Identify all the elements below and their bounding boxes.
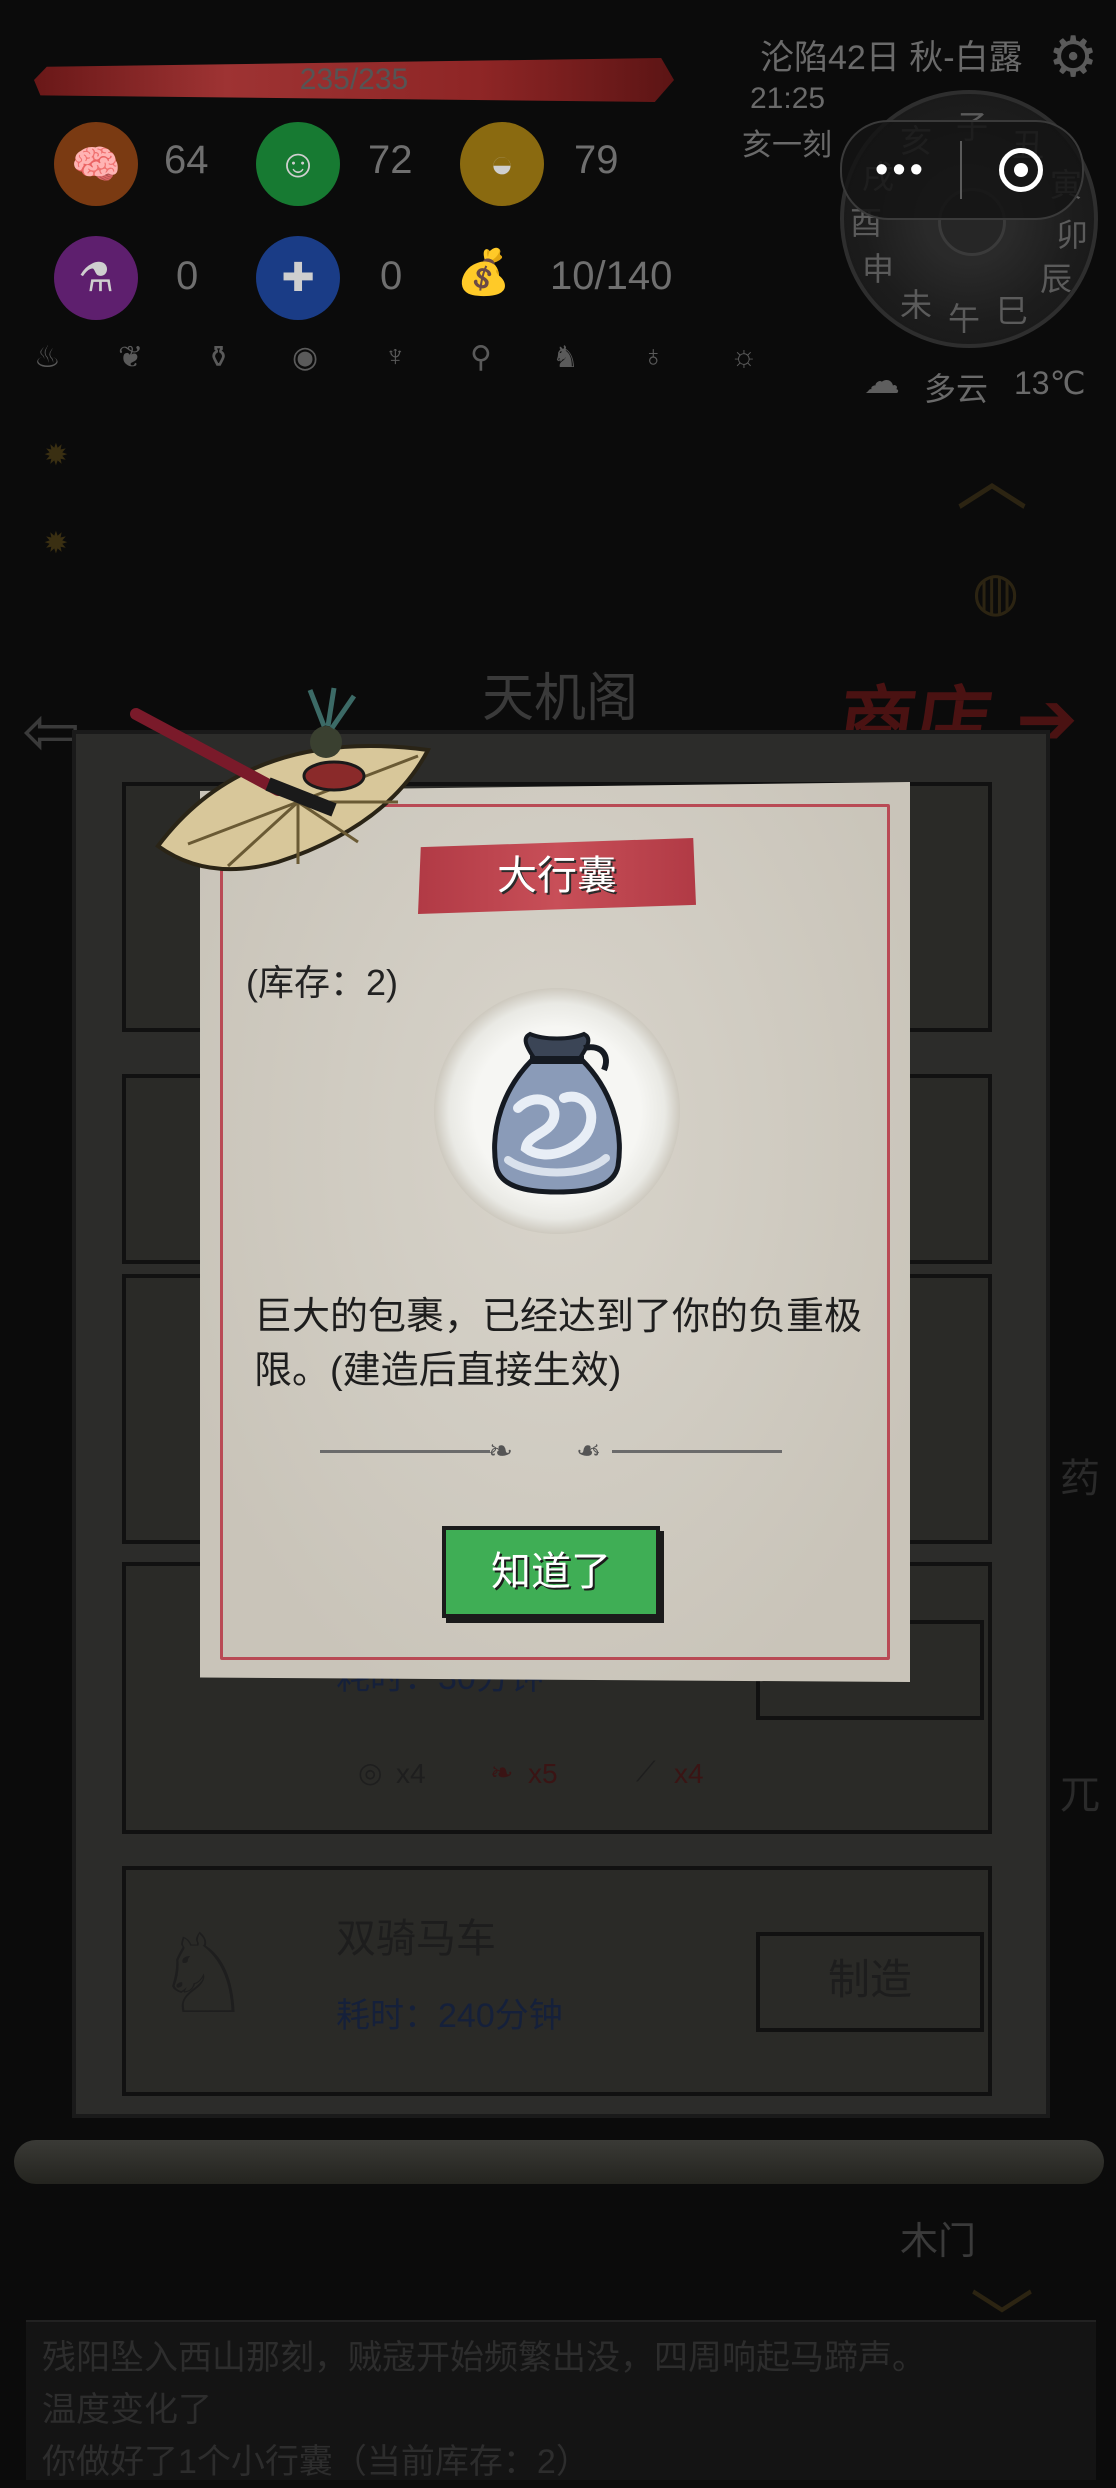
- recipe-row[interactable]: ♘ 双骑马车 耗时：240分钟 制造: [122, 1866, 992, 2096]
- cloud-icon: ☁: [864, 360, 900, 401]
- item-halo: [434, 988, 680, 1234]
- buff-badge-icon[interactable]: ✹: [28, 428, 84, 484]
- divider-left: [320, 1450, 490, 1453]
- item-info-dialog: 大行囊 (库存：2) 巨大的包裹，已经达到了你的负重极限。(建造后直接生效) ❧…: [200, 782, 910, 1682]
- bandage-icon: ✚: [256, 236, 340, 320]
- date-label: 沦陷42日 秋-白露: [760, 39, 1023, 77]
- cooking-pot-icon[interactable]: ◍: [972, 560, 1019, 623]
- scroll-rod: [14, 2140, 1104, 2184]
- carriage-icon: ♘: [154, 1913, 253, 2036]
- fan-sword-icon: [130, 687, 432, 872]
- divider-curl-icon: ❧: [576, 1435, 602, 1468]
- compass-branch: 辰: [1040, 260, 1073, 298]
- temperature-label: 13℃: [1014, 365, 1086, 401]
- log-line: 温度变化了: [42, 2391, 212, 2429]
- cloth-material-icon: ❧: [490, 1757, 514, 1788]
- hunger-value: 79: [574, 138, 619, 182]
- miniapp-capsule[interactable]: •••: [840, 120, 1084, 220]
- wood-material-icon: ◎: [358, 1757, 383, 1788]
- vessel-icon[interactable]: ⚱: [206, 340, 231, 375]
- ok-button[interactable]: 知道了: [442, 1526, 660, 1618]
- plate-icon[interactable]: ◉: [292, 340, 318, 375]
- dialog-title: 大行囊: [497, 853, 617, 899]
- more-dots-icon[interactable]: •••: [842, 149, 960, 192]
- side-label-medicine[interactable]: 药: [1060, 1446, 1100, 1504]
- vase-icon[interactable]: ♆: [384, 340, 407, 374]
- buff-badge-icon[interactable]: ✹: [28, 516, 84, 572]
- bandage-value: 0: [380, 254, 403, 298]
- settings-gear-icon[interactable]: ⚙: [1048, 24, 1098, 90]
- sack-icon[interactable]: ♁: [642, 340, 665, 374]
- horse-icon[interactable]: ♞: [552, 340, 579, 375]
- compass-branch: 申: [862, 250, 895, 288]
- make-button[interactable]: 制造: [756, 1932, 984, 2032]
- log-line: 你做好了1个小行囊（当前库存：2）: [42, 2443, 590, 2481]
- recipe-name: 双骑马车: [336, 1917, 496, 1961]
- twig-material-icon: ⟋: [636, 1756, 656, 1787]
- big-bag-icon: [492, 1031, 622, 1195]
- material-qty: x4: [396, 1758, 426, 1789]
- compass-branch: 卯: [1056, 216, 1089, 254]
- herb-icon[interactable]: ❦: [118, 340, 143, 375]
- shichen-label: 亥一刻: [742, 129, 832, 162]
- stock-label: (库存：2): [246, 962, 398, 1003]
- divider-right: [612, 1450, 782, 1453]
- weather-label: 多云: [924, 371, 989, 407]
- boot-icon[interactable]: ⚲: [470, 340, 492, 375]
- potion-value: 0: [176, 254, 199, 298]
- material-qty: x5: [528, 1758, 558, 1789]
- potion-icon: ⚗: [54, 236, 138, 320]
- wood-gate-label[interactable]: 木门: [900, 2210, 976, 2265]
- bag-icon: 💰: [456, 248, 511, 297]
- sanity-value: 64: [164, 138, 209, 182]
- log-line: 残阳坠入西山那刻，贼寇开始频繁出没，四周响起马蹄声。: [42, 2339, 926, 2377]
- compass-branch: 巳: [996, 292, 1029, 330]
- recipe-time: 耗时：240分钟: [336, 1997, 563, 2035]
- material-qty: x4: [674, 1758, 704, 1789]
- stomach-icon: ◒: [460, 122, 544, 206]
- mood-value: 72: [368, 138, 413, 182]
- time-label: 21:25: [750, 82, 826, 115]
- load-value: 10/140: [550, 254, 673, 298]
- divider-curl-icon: ❧: [488, 1435, 514, 1468]
- event-log: 残阳坠入西山那刻，贼寇开始频繁出没，四周响起马蹄声。 温度变化了 你做好了1个小…: [26, 2320, 1096, 2481]
- chevron-up-icon[interactable]: ︿: [956, 420, 1028, 525]
- smile-icon: ☺: [256, 122, 340, 206]
- compass-branch: 未: [900, 286, 933, 324]
- item-description: 巨大的包裹，已经达到了你的负重极限。(建造后直接生效): [254, 1296, 863, 1392]
- hp-value: 235/235: [299, 63, 409, 96]
- side-label-other[interactable]: 兀: [1060, 1762, 1100, 1820]
- brain-icon: 🧠: [54, 122, 138, 206]
- pot-icon[interactable]: ♨: [34, 340, 61, 375]
- lantern-icon[interactable]: ☼: [730, 340, 758, 374]
- compass-branch: 午: [948, 300, 981, 338]
- close-miniapp-icon[interactable]: [962, 148, 1080, 192]
